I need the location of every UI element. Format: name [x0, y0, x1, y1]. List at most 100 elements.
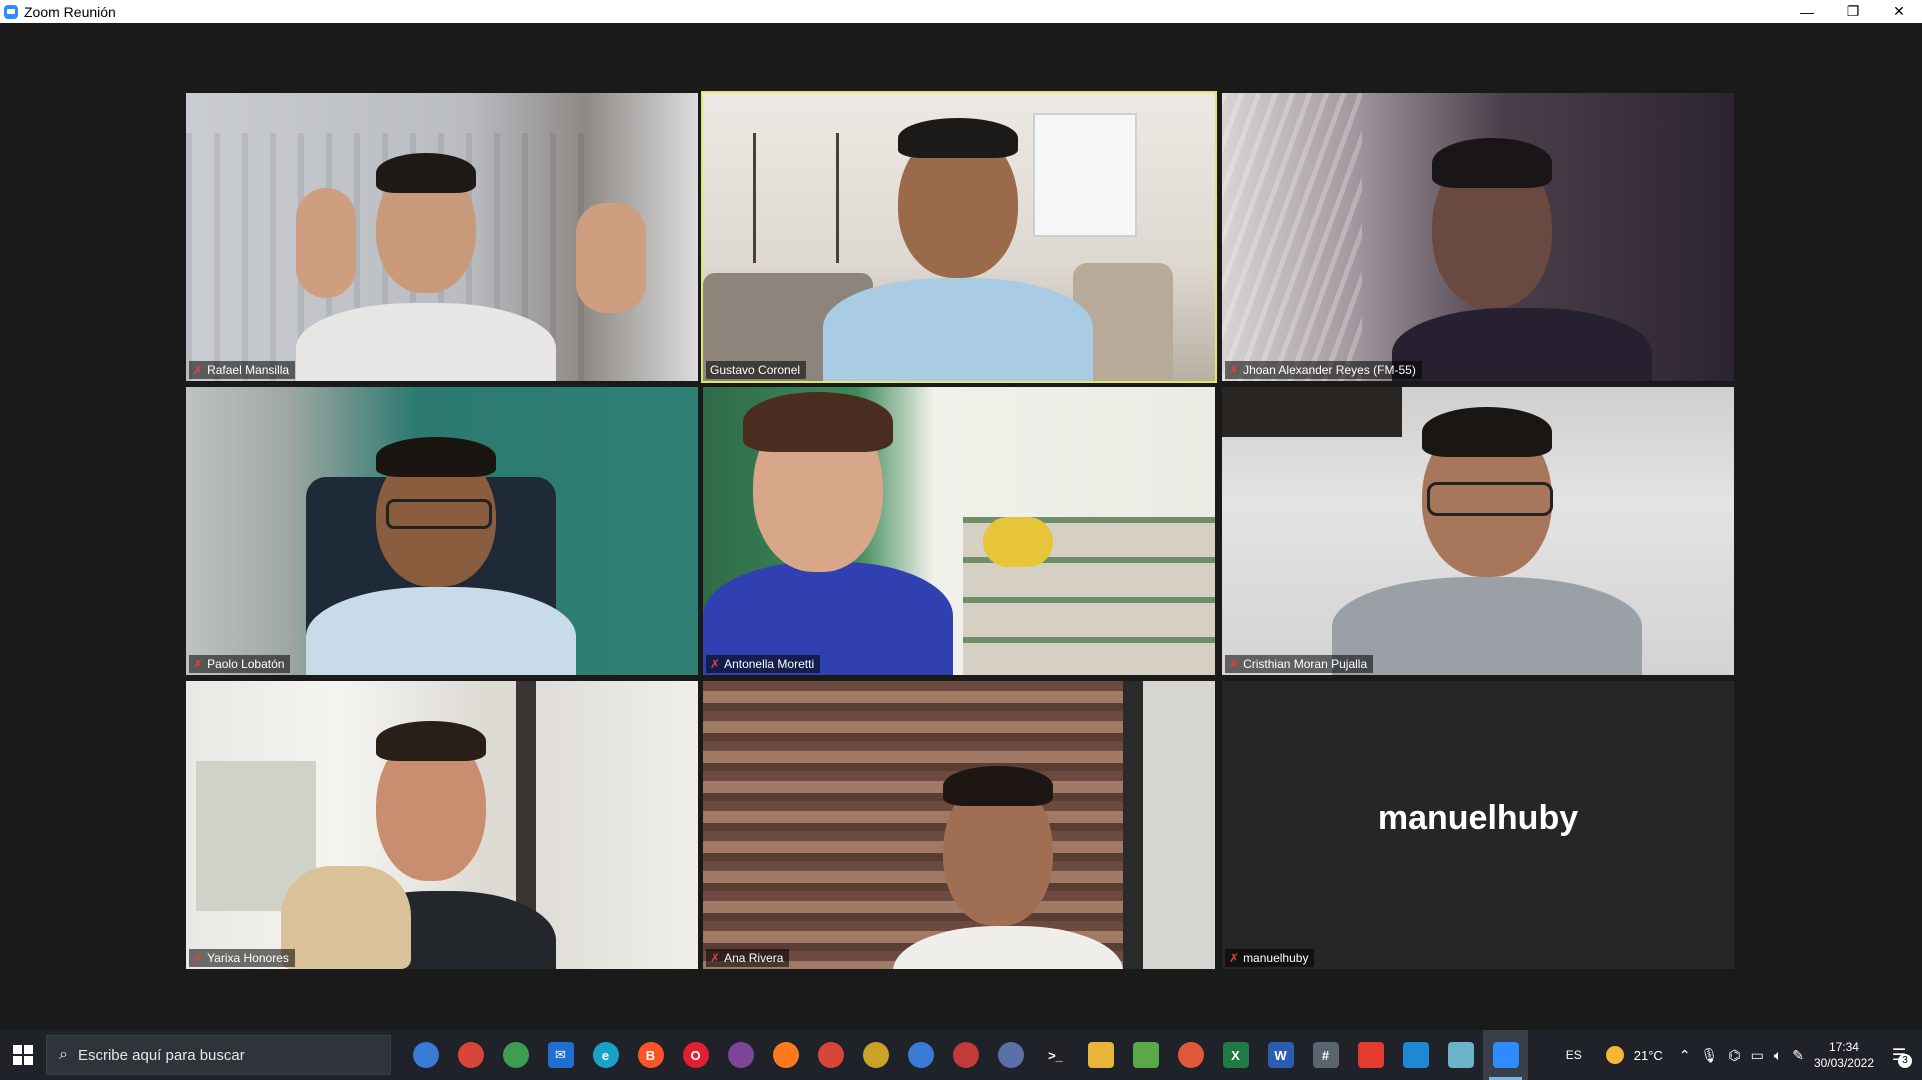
taskbar-app-chrome[interactable]	[808, 1030, 853, 1080]
close-button[interactable]: ✕	[1876, 0, 1922, 23]
taskbar-app-notepad[interactable]	[1123, 1030, 1168, 1080]
edge-icon: e	[592, 1042, 619, 1068]
participant-name: Rafael Mansilla	[207, 363, 290, 377]
participant-name: Paolo Lobatón	[207, 657, 285, 671]
taskbar-app-terminal[interactable]: >_	[1033, 1030, 1078, 1080]
bookshelf	[753, 133, 839, 263]
zoom-app-icon	[4, 4, 18, 19]
close-icon: ✕	[1893, 3, 1905, 19]
excel-icon: X	[1222, 1042, 1249, 1068]
brave-icon: B	[637, 1042, 664, 1068]
firefox-icon	[772, 1042, 799, 1068]
notes-icon	[1447, 1042, 1474, 1068]
window-pane	[1033, 113, 1137, 237]
taskbar-app-chrome[interactable]	[943, 1030, 988, 1080]
video-tile[interactable]: ✗ Paolo Lobatón	[186, 387, 698, 675]
taskbar-app-vscode[interactable]	[1393, 1030, 1438, 1080]
volume-icon[interactable]: 🔈︎	[1774, 1047, 1782, 1064]
taskbar-app-zoom[interactable]	[1483, 1030, 1528, 1080]
chevron-up-icon[interactable]: ⌃	[1679, 1047, 1691, 1064]
taskbar-app-word[interactable]: W	[1258, 1030, 1303, 1080]
taskbar-app-opera[interactable]: O	[673, 1030, 718, 1080]
taskbar-app-edge[interactable]: e	[583, 1030, 628, 1080]
anydesk-icon	[1357, 1042, 1384, 1068]
language-indicator[interactable]: ES	[1566, 1048, 1582, 1062]
taskbar-app-chrome[interactable]	[853, 1030, 898, 1080]
taskbar-app-brave[interactable]: B	[628, 1030, 673, 1080]
pen-icon[interactable]: ✎	[1792, 1047, 1804, 1064]
window-blinds	[1222, 93, 1362, 381]
video-tile[interactable]: ✗ Rafael Mansilla	[186, 93, 698, 381]
cortana-icon	[412, 1042, 439, 1068]
taskbar-app-anydesk[interactable]	[1348, 1030, 1393, 1080]
muted-mic-icon: ✗	[193, 363, 204, 377]
network-icon[interactable]: ⌬	[1728, 1047, 1740, 1064]
participant-name-tag: Gustavo Coronel	[706, 361, 807, 379]
taskbar-app-calculator[interactable]: #	[1303, 1030, 1348, 1080]
chrome-profile-icon	[502, 1042, 529, 1068]
video-tile[interactable]: ✗ Ana Rivera	[703, 681, 1215, 969]
eclipse-icon	[997, 1042, 1024, 1068]
participant-name: Gustavo Coronel	[710, 363, 801, 377]
wall-frame	[1222, 387, 1402, 437]
taskbar-app-firefox[interactable]	[763, 1030, 808, 1080]
thumbs-up-hand	[296, 188, 356, 298]
participant-name-tag: ✗ manuelhuby	[1225, 949, 1315, 967]
participant-name-tag: ✗ Cristhian Moran Pujalla	[1225, 655, 1374, 673]
clock[interactable]: 17:34 30/03/2022	[1814, 1039, 1874, 1071]
participant-name: Yarixa Honores	[207, 951, 289, 965]
taskbar-app-tor[interactable]	[718, 1030, 763, 1080]
zoom-icon	[1492, 1042, 1519, 1068]
yellow-bag	[983, 517, 1053, 567]
minimize-button[interactable]: —	[1784, 0, 1830, 23]
taskbar-app-chrome[interactable]	[448, 1030, 493, 1080]
chrome-icon	[457, 1042, 484, 1068]
taskbar-app-excel[interactable]: X	[1213, 1030, 1258, 1080]
participant-name-tag: ✗ Yarixa Honores	[189, 949, 295, 967]
taskbar-app-git[interactable]	[1168, 1030, 1213, 1080]
restore-button[interactable]: ❐	[1830, 0, 1876, 23]
video-tile[interactable]: ✗ Yarixa Honores	[186, 681, 698, 969]
weather-icon[interactable]	[1605, 1046, 1624, 1064]
taskbar-app-chrome-profile[interactable]	[493, 1030, 538, 1080]
taskbar-app-mail[interactable]: ✉	[538, 1030, 583, 1080]
git-icon	[1177, 1042, 1204, 1068]
video-tile[interactable]: ✗ Cristhian Moran Pujalla	[1222, 387, 1734, 675]
weather-temperature[interactable]: 21°C	[1634, 1048, 1663, 1063]
taskbar-app-cortana[interactable]	[403, 1030, 448, 1080]
muted-mic-icon: ✗	[1229, 951, 1240, 965]
video-tile[interactable]: ✗ Jhoan Alexander Reyes (FM-55)	[1222, 93, 1734, 381]
chrome-icon-3	[862, 1042, 889, 1068]
video-tile-active-speaker[interactable]: Gustavo Coronel	[701, 91, 1217, 383]
minimize-icon: —	[1800, 3, 1814, 20]
video-tile-no-video[interactable]: manuelhuby ✗ manuelhuby	[1222, 681, 1734, 969]
taskbar-search[interactable]: ⌕ Escribe aquí para buscar	[46, 1035, 391, 1075]
start-button[interactable]	[0, 1030, 46, 1080]
video-feed	[703, 681, 1123, 969]
muted-mic-icon: ✗	[710, 657, 721, 671]
taskbar-app-file-explorer[interactable]	[1078, 1030, 1123, 1080]
chrome-icon-5	[952, 1042, 979, 1068]
video-tile[interactable]: ✗ Antonella Moretti	[703, 387, 1215, 675]
taskbar-app-chrome[interactable]	[898, 1030, 943, 1080]
mail-icon: ✉	[547, 1042, 574, 1068]
system-tray: ES 21°C ⌃ 🎙︎ ⌬ ▭ 🔈︎ ✎ 17:34 30/03/2022 ☰…	[1566, 1039, 1922, 1071]
muted-mic-icon: ✗	[1229, 363, 1240, 377]
dog	[281, 866, 411, 969]
terminal-icon: >_	[1042, 1042, 1069, 1068]
battery-icon[interactable]: ▭	[1751, 1047, 1764, 1064]
muted-mic-icon: ✗	[710, 951, 721, 965]
taskbar-app-eclipse[interactable]	[988, 1030, 1033, 1080]
taskbar-app-notes[interactable]	[1438, 1030, 1483, 1080]
chrome-icon-2	[817, 1042, 844, 1068]
word-icon: W	[1267, 1042, 1294, 1068]
participant-display-name: manuelhuby	[1377, 799, 1579, 837]
microphone-icon[interactable]: 🎙︎	[1701, 1047, 1719, 1064]
vscode-icon	[1402, 1042, 1429, 1068]
participant-name: Jhoan Alexander Reyes (FM-55)	[1243, 363, 1416, 377]
notification-center-button[interactable]: ☰ 3	[1884, 1040, 1914, 1070]
participant-name-tag: ✗ Paolo Lobatón	[189, 655, 291, 673]
restore-icon: ❐	[1846, 3, 1860, 19]
participant-name: manuelhuby	[1243, 951, 1309, 965]
tor-icon	[727, 1042, 754, 1068]
